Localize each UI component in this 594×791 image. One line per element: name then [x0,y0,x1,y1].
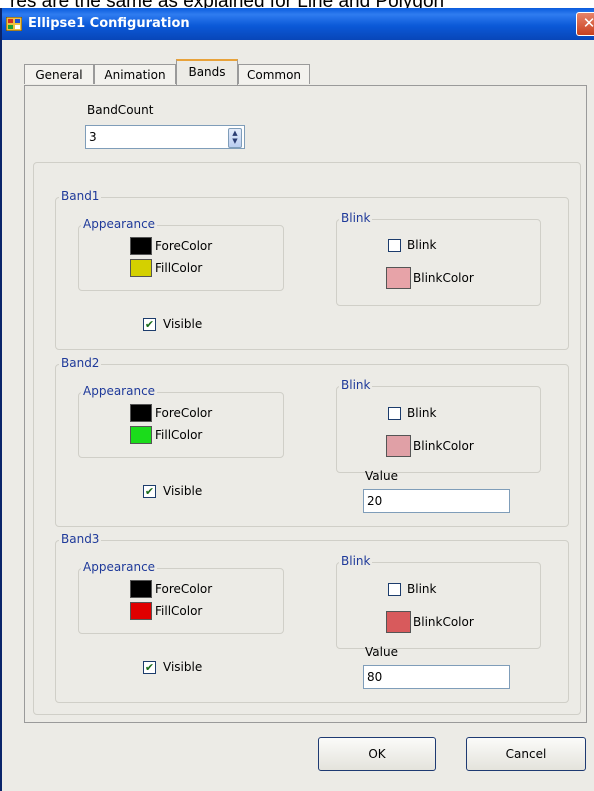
band3-blinkcolor-label: BlinkColor [413,615,474,629]
band1-fillcolor-swatch[interactable] [130,259,152,277]
band3-appearance-group: Appearance ForeColor FillColor [78,560,284,634]
band3-value-label: Value [365,645,398,659]
band3-visible-label: Visible [163,660,203,674]
band1-blinkcolor-label: BlinkColor [413,271,474,285]
band3-appearance-title: Appearance [81,560,158,574]
band2-visible-label: Visible [163,484,203,498]
band3-blinkcolor-swatch[interactable] [386,611,411,633]
app-icon [6,17,22,31]
band-count-value: 3 [89,130,97,144]
tab-common[interactable]: Common [238,64,310,84]
band2-appearance-title: Appearance [81,384,158,398]
band3-value-input[interactable]: 80 [363,665,510,689]
band1-blink-label: Blink [407,238,437,252]
band2-appearance-group: Appearance ForeColor FillColor [78,384,284,458]
band2-value-input[interactable]: 20 [363,489,510,513]
bands-tab-panel: BandCount 3 ▲ ▼ Band1 Appearance ForeColo… [24,85,587,723]
band3-visible-checkbox[interactable]: ✔ [143,661,156,674]
band2-forecolor-label: ForeColor [155,406,213,420]
band1-visible-checkbox[interactable]: ✔ [143,318,156,331]
band3-group: Band3 Appearance ForeColor FillColor Bli… [55,532,569,703]
band1-title: Band1 [59,189,102,203]
config-dialog: Ellipse1 Configuration ✕ General Animati… [0,8,594,791]
band2-blink-title: Blink [339,378,373,392]
band2-fillcolor-swatch[interactable] [130,426,152,444]
tab-bands[interactable]: Bands [176,59,238,85]
band3-forecolor-swatch[interactable] [130,580,152,598]
band-count-label: BandCount [87,103,154,117]
band1-blink-checkbox[interactable] [388,239,401,252]
spinner-arrows-icon[interactable]: ▲ ▼ [228,128,242,148]
ok-button[interactable]: OK [318,737,436,771]
band2-blink-label: Blink [407,406,437,420]
tab-animation[interactable]: Animation [94,64,176,84]
band2-blinkcolor-swatch[interactable] [386,435,411,457]
band1-appearance-group: Appearance ForeColor FillColor [78,217,284,291]
band2-blink-checkbox[interactable] [388,407,401,420]
close-icon[interactable]: ✕ [576,12,594,36]
band3-blink-group: Blink Blink BlinkColor [336,554,541,649]
band2-title: Band2 [59,356,102,370]
band3-blink-label: Blink [407,582,437,596]
band2-value-label: Value [365,469,398,483]
band3-title: Band3 [59,532,102,546]
band1-blink-title: Blink [339,211,373,225]
band-count-spinner[interactable]: 3 ▲ ▼ [85,125,245,149]
band1-forecolor-swatch[interactable] [130,237,152,255]
band2-visible-checkbox[interactable]: ✔ [143,485,156,498]
bands-container: Band1 Appearance ForeColor FillColor Bli… [33,162,581,715]
cancel-button[interactable]: Cancel [466,737,586,771]
band1-forecolor-label: ForeColor [155,239,213,253]
window-title: Ellipse1 Configuration [28,16,190,31]
band1-blinkcolor-swatch[interactable] [386,267,411,289]
band1-appearance-title: Appearance [81,217,158,231]
band2-fillcolor-label: FillColor [155,428,203,442]
band1-fillcolor-label: FillColor [155,261,203,275]
band3-forecolor-label: ForeColor [155,582,213,596]
band2-group: Band2 Appearance ForeColor FillColor Bli… [55,356,569,527]
band1-visible-label: Visible [163,317,203,331]
band3-blink-title: Blink [339,554,373,568]
tab-general[interactable]: General [24,64,94,84]
band2-forecolor-swatch[interactable] [130,404,152,422]
band3-fillcolor-label: FillColor [155,604,203,618]
band3-blink-checkbox[interactable] [388,583,401,596]
band1-group: Band1 Appearance ForeColor FillColor Bli… [55,189,569,350]
band3-fillcolor-swatch[interactable] [130,602,152,620]
band2-blink-group: Blink Blink BlinkColor [336,378,541,473]
band1-blink-group: Blink Blink BlinkColor [336,211,541,306]
band2-blinkcolor-label: BlinkColor [413,439,474,453]
title-bar[interactable]: Ellipse1 Configuration ✕ [2,8,594,40]
